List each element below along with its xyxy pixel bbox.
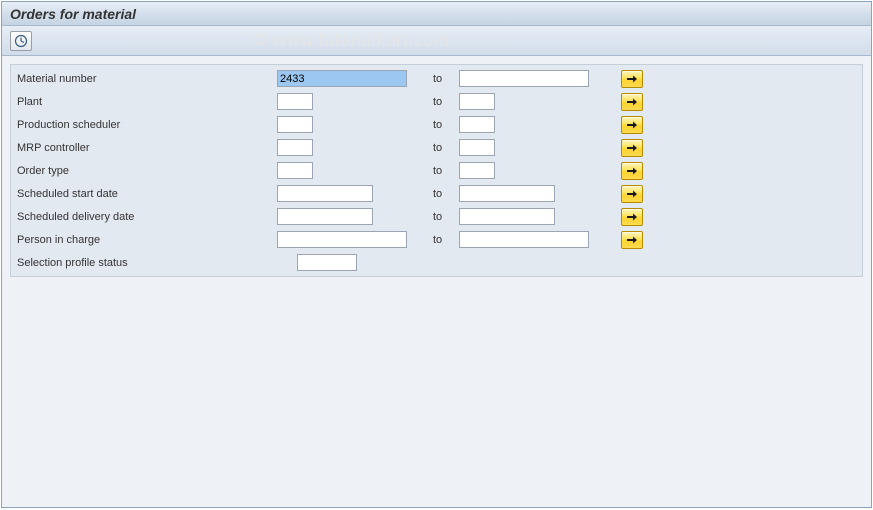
to-label: to	[433, 188, 459, 200]
label-order-type: Order type	[17, 165, 277, 177]
to-label: to	[433, 165, 459, 177]
plant-from-input[interactable]	[277, 93, 313, 110]
label-plant: Plant	[17, 96, 277, 108]
arrow-right-icon	[626, 97, 638, 107]
production-scheduler-to-input[interactable]	[459, 116, 495, 133]
watermark: © www.tutorialkart.com	[254, 30, 449, 51]
scheduled-delivery-date-multi-button[interactable]	[621, 208, 643, 226]
plant-multi-button[interactable]	[621, 93, 643, 111]
label-mrp-controller: MRP controller	[17, 142, 277, 154]
row-mrp-controller: MRP controller to	[11, 136, 862, 159]
production-scheduler-from-input[interactable]	[277, 116, 313, 133]
order-type-multi-button[interactable]	[621, 162, 643, 180]
title-bar: Orders for material	[2, 2, 871, 26]
label-scheduled-delivery-date: Scheduled delivery date	[17, 211, 277, 223]
label-person-in-charge: Person in charge	[17, 234, 277, 246]
label-selection-profile-status: Selection profile status	[17, 257, 277, 269]
label-production-scheduler: Production scheduler	[17, 119, 277, 131]
plant-to-input[interactable]	[459, 93, 495, 110]
scheduled-delivery-date-from-input[interactable]	[277, 208, 373, 225]
arrow-right-icon	[626, 189, 638, 199]
material-number-from-input[interactable]	[277, 70, 407, 87]
content-area: Material number to Plant to	[2, 56, 871, 285]
person-in-charge-multi-button[interactable]	[621, 231, 643, 249]
mrp-controller-multi-button[interactable]	[621, 139, 643, 157]
arrow-right-icon	[626, 120, 638, 130]
arrow-right-icon	[626, 74, 638, 84]
row-plant: Plant to	[11, 90, 862, 113]
execute-button[interactable]	[10, 31, 32, 51]
row-person-in-charge: Person in charge to	[11, 228, 862, 251]
selection-profile-status-input[interactable]	[297, 254, 357, 271]
window: Orders for material © www.tutorialkart.c…	[1, 1, 872, 508]
production-scheduler-multi-button[interactable]	[621, 116, 643, 134]
mrp-controller-to-input[interactable]	[459, 139, 495, 156]
to-label: to	[433, 73, 459, 85]
scheduled-start-date-to-input[interactable]	[459, 185, 555, 202]
to-label: to	[433, 211, 459, 223]
row-material-number: Material number to	[11, 67, 862, 90]
row-order-type: Order type to	[11, 159, 862, 182]
row-scheduled-start-date: Scheduled start date to	[11, 182, 862, 205]
clock-execute-icon	[14, 34, 28, 48]
scheduled-start-date-multi-button[interactable]	[621, 185, 643, 203]
toolbar: © www.tutorialkart.com	[2, 26, 871, 56]
row-production-scheduler: Production scheduler to	[11, 113, 862, 136]
order-type-from-input[interactable]	[277, 162, 313, 179]
arrow-right-icon	[626, 166, 638, 176]
row-selection-profile-status: Selection profile status	[11, 251, 862, 274]
arrow-right-icon	[626, 212, 638, 222]
page-title: Orders for material	[10, 6, 136, 22]
to-label: to	[433, 96, 459, 108]
arrow-right-icon	[626, 143, 638, 153]
scheduled-start-date-from-input[interactable]	[277, 185, 373, 202]
mrp-controller-from-input[interactable]	[277, 139, 313, 156]
label-scheduled-start-date: Scheduled start date	[17, 188, 277, 200]
order-type-to-input[interactable]	[459, 162, 495, 179]
label-material-number: Material number	[17, 73, 277, 85]
to-label: to	[433, 119, 459, 131]
material-number-to-input[interactable]	[459, 70, 589, 87]
scheduled-delivery-date-to-input[interactable]	[459, 208, 555, 225]
person-in-charge-from-input[interactable]	[277, 231, 407, 248]
material-number-multi-button[interactable]	[621, 70, 643, 88]
row-scheduled-delivery-date: Scheduled delivery date to	[11, 205, 862, 228]
to-label: to	[433, 234, 459, 246]
selection-panel: Material number to Plant to	[10, 64, 863, 277]
arrow-right-icon	[626, 235, 638, 245]
person-in-charge-to-input[interactable]	[459, 231, 589, 248]
to-label: to	[433, 142, 459, 154]
